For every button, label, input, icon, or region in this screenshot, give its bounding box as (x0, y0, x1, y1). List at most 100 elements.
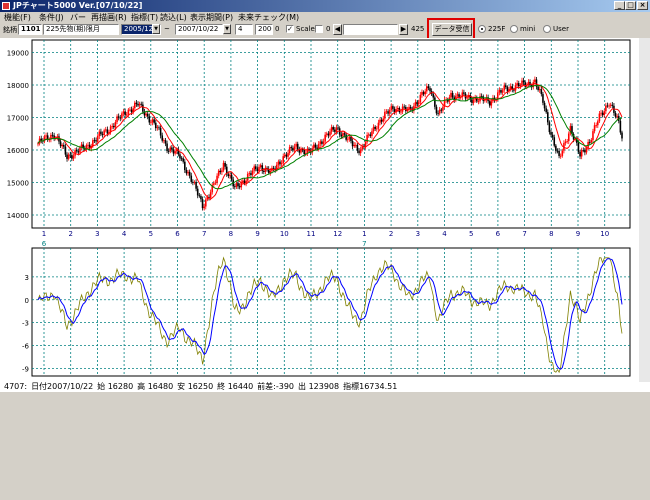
candle-body (140, 103, 143, 105)
candle-body (355, 144, 357, 146)
x-tick-label: 7 (522, 230, 526, 238)
chart-area: 19000 18000 17000 16000 15000 14000 1 2 3 4 5 6 7 8 9 1… (0, 38, 650, 382)
field-b-input[interactable]: 2000 (255, 24, 273, 35)
candle-body (75, 150, 78, 152)
minimize-button[interactable]: _ (614, 1, 625, 10)
candle-body (277, 161, 280, 165)
candle-body (96, 136, 99, 142)
menu-indicator[interactable]: 指標(T) (131, 12, 158, 23)
x-tick-label: 9 (576, 230, 580, 238)
scale-checkbox[interactable]: ✓ (286, 25, 294, 33)
maximize-button[interactable]: □ (625, 1, 636, 10)
candle-body (280, 163, 283, 165)
candle-body (506, 87, 509, 92)
candle-body (111, 125, 114, 127)
candle-body (621, 132, 623, 139)
candle-body (325, 133, 328, 135)
candle-body (424, 91, 426, 95)
menu-function[interactable]: 機能(F) (4, 12, 31, 23)
candle-body (113, 125, 115, 128)
candle-body (358, 150, 360, 154)
candle-body (359, 149, 362, 154)
candle-body (116, 116, 118, 123)
candle-body (437, 113, 439, 115)
status-bar: 4707: 日付2007/10/22 始 16280 高 16480 安 16250 終 … (0, 382, 650, 392)
candle-body (224, 162, 226, 167)
candle-body (577, 142, 580, 152)
candle-body (522, 80, 525, 83)
radio-mini[interactable] (510, 25, 518, 33)
radio-225f[interactable] (478, 25, 486, 33)
candle-body (342, 133, 344, 137)
menu-future-check[interactable]: 未来チェック(M) (238, 12, 299, 23)
candle-body (237, 183, 239, 187)
candle-body (425, 86, 428, 92)
menu-load[interactable]: 読込(L) (160, 12, 187, 23)
candle-body (601, 112, 604, 116)
candle-body (129, 109, 131, 111)
menu-bar-type[interactable]: バー (70, 12, 86, 23)
candle-body (590, 140, 593, 143)
candle-body (367, 134, 370, 136)
candle-body (542, 94, 544, 103)
candle-body (434, 97, 436, 107)
menu-period[interactable]: 表示期間(P) (190, 12, 233, 23)
candle-body (538, 89, 541, 91)
close-button[interactable]: × (637, 1, 648, 10)
position-slider[interactable] (343, 24, 398, 35)
x-tick-label: 8 (549, 230, 553, 238)
candle-body (593, 125, 596, 132)
candle-body (505, 85, 507, 88)
name-field[interactable]: 225先物(期)限月 (43, 24, 119, 35)
candle-body (125, 114, 128, 116)
date-from-dropdown[interactable]: ▼ (152, 24, 160, 34)
toolbar: 銘柄 1101 225先物(期)限月 2005/12/26 ▼ ~ 2007/1… (0, 23, 650, 37)
lower-y-tick-label: -9 (22, 365, 29, 373)
candle-body (119, 117, 122, 119)
candle-body (146, 113, 149, 117)
candle-body (550, 132, 552, 135)
candle-body (600, 112, 602, 114)
candle-body (171, 147, 173, 150)
date-to-input[interactable]: 2007/10/22 (175, 24, 223, 35)
candle-body (148, 116, 151, 123)
scroll-right-button[interactable]: ▶ (399, 24, 408, 35)
candle-body (263, 170, 265, 172)
candle-body (534, 79, 536, 83)
candle-body (156, 127, 159, 129)
candle-body (471, 99, 473, 103)
candle-body (388, 110, 391, 114)
status-date: 日付2007/10/22 (31, 382, 94, 391)
candle-body (72, 155, 75, 159)
upper-y-tick-label: 16000 (7, 147, 29, 155)
candle-body (253, 166, 255, 171)
candle-body (284, 154, 286, 157)
candle-body (104, 129, 107, 131)
vertical-scrollbar[interactable] (639, 38, 650, 382)
candle-body (619, 120, 622, 133)
candle-body (319, 141, 322, 144)
candle-body (182, 158, 184, 162)
candle-body (329, 131, 331, 136)
candle-body (133, 102, 136, 109)
scale-checkbox-2[interactable] (315, 25, 323, 33)
menu-condition[interactable]: 条件(J) (39, 12, 64, 23)
candle-body (503, 85, 506, 91)
menu-redraw[interactable]: 再描画(R) (91, 12, 127, 23)
candle-body (40, 138, 43, 141)
candle-body (187, 171, 189, 174)
x-tick-label: 2 (389, 230, 393, 238)
x-tick-label: 10 (600, 230, 609, 238)
date-to-dropdown[interactable]: ▼ (223, 24, 231, 34)
candle-body (611, 104, 614, 106)
candle-body (45, 135, 47, 137)
candle-body (214, 182, 217, 184)
scroll-left-button[interactable]: ◀ (333, 24, 342, 35)
candle-body (114, 122, 117, 128)
field-a-input[interactable]: 4 (235, 24, 253, 35)
radio-user[interactable] (543, 25, 551, 33)
code-input[interactable]: 1101 (18, 24, 42, 35)
candle-body (322, 141, 325, 144)
candle-body (409, 106, 412, 109)
lower-y-tick-label: 3 (25, 274, 29, 282)
